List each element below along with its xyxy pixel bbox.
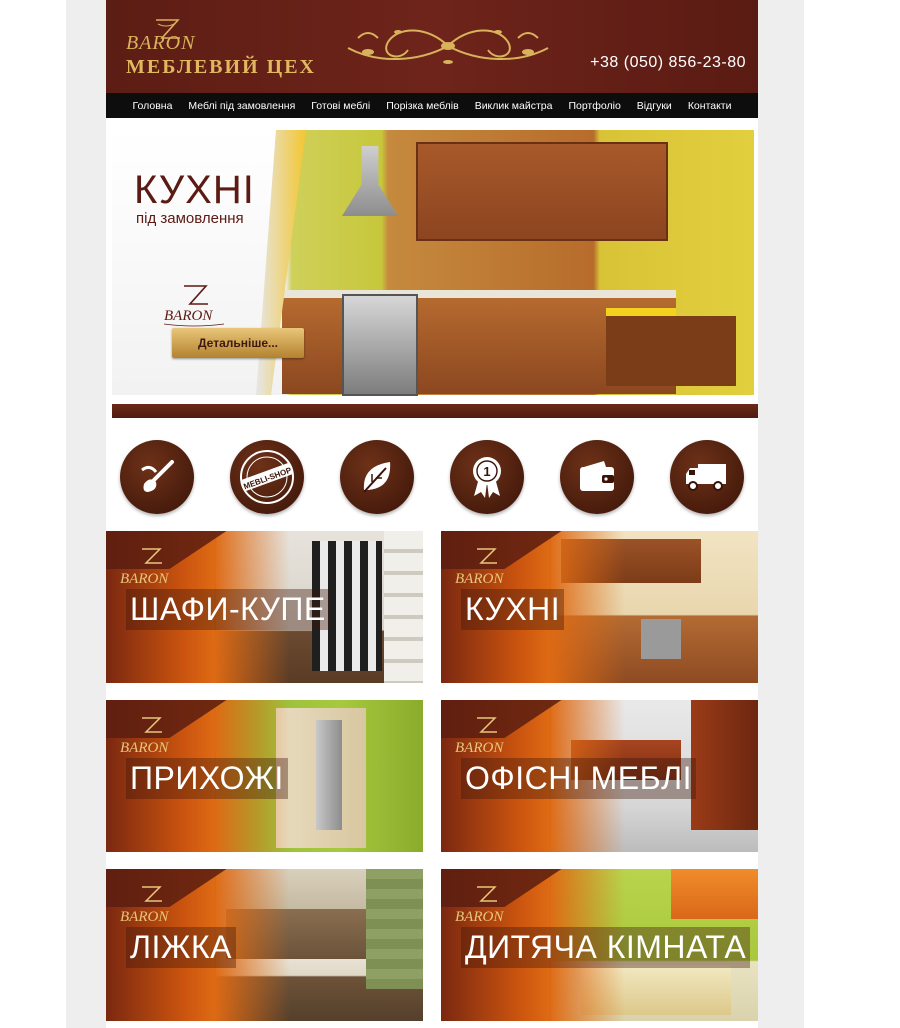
delivery-truck-icon (670, 440, 744, 514)
brush-icon (120, 440, 194, 514)
nav-item-reviews[interactable]: Відгуки (637, 100, 672, 112)
wallet-icon (560, 440, 634, 514)
nav-item-custom-furniture[interactable]: Меблі під замовлення (188, 100, 295, 112)
details-button[interactable]: Детальніше... (172, 328, 304, 358)
feature-icons-row: MEBLI-SHOP 1 (106, 437, 758, 517)
baron-logo-icon: BARON (455, 548, 504, 587)
hero-dining-table (606, 316, 736, 386)
site-header: BARON МЕБЛЕВИЙ ЦЕХ +38 (050) 856-23-80 (106, 0, 758, 93)
category-kitchens[interactable]: BARON КУХНІ (441, 531, 758, 683)
svg-text:BARON: BARON (455, 909, 504, 925)
nav-item-portfolio[interactable]: Портфоліо (568, 100, 620, 112)
hero-countertop (256, 290, 676, 298)
svg-text:BARON: BARON (164, 308, 213, 324)
page-container: BARON МЕБЛЕВИЙ ЦЕХ +38 (050) 856-23-80 Г… (106, 0, 758, 1028)
page-margin-right (758, 0, 804, 1028)
category-wardrobes[interactable]: BARON ШАФИ-КУПЕ (106, 531, 423, 683)
hero-oven (342, 294, 418, 396)
category-label: КУХНІ (461, 589, 565, 630)
baron-logo-icon: BARON (120, 717, 169, 756)
page-margin-left (66, 0, 106, 1028)
category-label: ДИТЯЧА КІМНАТА (461, 927, 751, 968)
award-ribbon-icon: 1 (450, 440, 524, 514)
baron-logo-icon: BARON (120, 548, 169, 587)
category-label: ШАФИ-КУПЕ (126, 589, 330, 630)
main-nav: Головна Меблі під замовлення Готові мебл… (106, 93, 758, 118)
svg-text:BARON: BARON (120, 571, 169, 587)
svg-text:BARON: BARON (120, 740, 169, 756)
nav-item-ready-furniture[interactable]: Готові меблі (311, 100, 370, 112)
svg-text:BARON: BARON (120, 909, 169, 925)
hero-floor-shelf (112, 404, 758, 418)
baron-logo-icon: BARON (455, 717, 504, 756)
leaf-icon (340, 440, 414, 514)
hero-logo-icon: BARON (163, 285, 225, 327)
hero-banner: КУХНІ під замовлення BARON Детальніше... (106, 118, 758, 423)
category-office-furniture[interactable]: BARON ОФІСНІ МЕБЛІ (441, 700, 758, 852)
hero-title: КУХНІ (134, 168, 255, 212)
site-logo[interactable]: BARON МЕБЛЕВИЙ ЦЕХ (124, 14, 314, 80)
nav-item-contacts[interactable]: Контакти (688, 100, 732, 112)
category-label: ПРИХОЖІ (126, 758, 288, 799)
phone-number[interactable]: +38 (050) 856-23-80 (590, 54, 746, 72)
svg-text:BARON: BARON (455, 740, 504, 756)
nav-item-call-master[interactable]: Виклик майстра (475, 100, 553, 112)
logo-subtitle: МЕБЛЕВИЙ ЦЕХ (126, 56, 316, 78)
svg-text:BARON: BARON (455, 571, 504, 587)
nav-item-home[interactable]: Головна (133, 100, 173, 112)
category-kids-room[interactable]: BARON ДИТЯЧА КІМНАТА (441, 869, 758, 1021)
category-label: ЛІЖКА (126, 927, 236, 968)
mebli-shop-stamp-icon: MEBLI-SHOP (230, 440, 304, 514)
ornament-icon (347, 29, 549, 64)
category-label: ОФІСНІ МЕБЛІ (461, 758, 696, 799)
category-beds[interactable]: BARON ЛІЖКА (106, 869, 423, 1021)
hero-subtitle: під замовлення (136, 210, 244, 227)
category-hallways[interactable]: BARON ПРИХОЖІ (106, 700, 423, 852)
baron-logo-icon: BARON (455, 886, 504, 925)
hero-upper-cabinets (416, 142, 668, 241)
logo-baron-text: BARON (126, 32, 196, 54)
baron-logo-icon: BARON (120, 886, 169, 925)
nav-item-cutting[interactable]: Порізка меблів (386, 100, 458, 112)
svg-text:1: 1 (483, 464, 490, 479)
